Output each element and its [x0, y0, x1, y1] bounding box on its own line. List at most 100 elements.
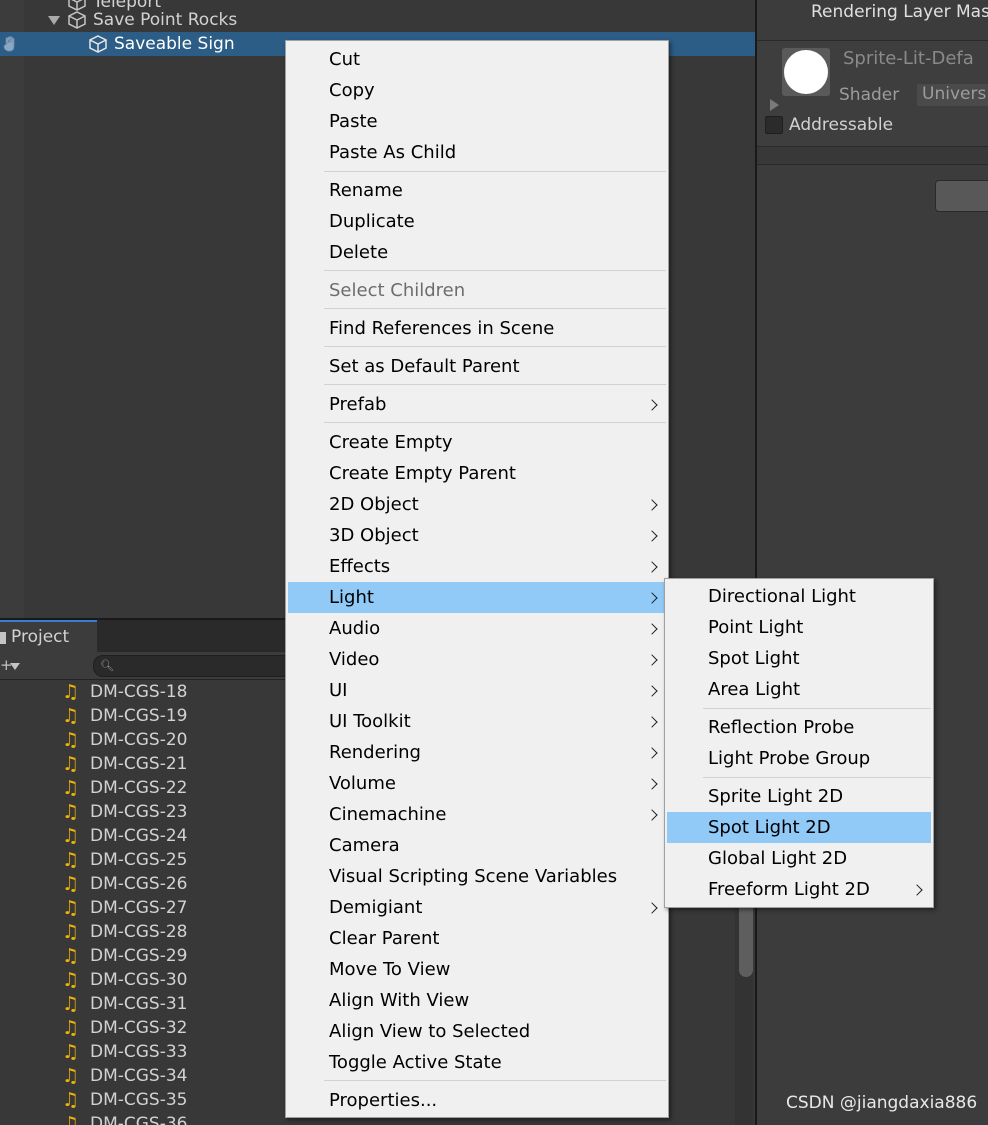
menu-item-set-as-default-parent[interactable]: Set as Default Parent — [288, 351, 666, 382]
menu-item-label: Spot Light — [708, 648, 800, 669]
menu-item-light[interactable]: Light — [288, 582, 666, 613]
menu-item-cinemachine[interactable]: Cinemachine — [288, 799, 666, 830]
light-menu-item-spot-light-2d[interactable]: Spot Light 2D — [667, 812, 931, 843]
asset-label: DM-CGS-25 — [90, 850, 188, 870]
menu-item-label: Paste As Child — [329, 142, 457, 163]
menu-item-label: Paste — [329, 111, 378, 132]
chevron-right-icon — [646, 747, 658, 759]
light-menu-item-area-light[interactable]: Area Light — [667, 674, 931, 705]
menu-item-label: Prefab — [329, 394, 387, 415]
menu-item-label: Clear Parent — [329, 928, 440, 949]
menu-item-paste-as-child[interactable]: Paste As Child — [288, 137, 666, 168]
menu-item-demigiant[interactable]: Demigiant — [288, 892, 666, 923]
light-menu-item-global-light-2d[interactable]: Global Light 2D — [667, 843, 931, 874]
expand-arrow-icon[interactable] — [770, 99, 779, 111]
menu-separator — [324, 270, 666, 271]
menu-item-visual-scripting-scene-variables[interactable]: Visual Scripting Scene Variables — [288, 861, 666, 892]
menu-item-create-empty[interactable]: Create Empty — [288, 427, 666, 458]
menu-item-ui[interactable]: UI — [288, 675, 666, 706]
menu-item-duplicate[interactable]: Duplicate — [288, 206, 666, 237]
menu-item-label: Cut — [329, 49, 361, 70]
menu-item-label: Spot Light 2D — [708, 817, 831, 838]
menu-item-ui-toolkit[interactable]: UI Toolkit — [288, 706, 666, 737]
music-note-icon: ♫ — [62, 873, 80, 895]
chevron-right-icon — [911, 884, 923, 896]
tab-project[interactable]: Project — [0, 620, 97, 652]
rendering-layer-mask-label: Rendering Layer Mas — [811, 2, 988, 22]
menu-item-label: Camera — [329, 835, 400, 856]
asset-label: DM-CGS-19 — [90, 706, 188, 726]
menu-item-camera[interactable]: Camera — [288, 830, 666, 861]
asset-label: DM-CGS-34 — [90, 1066, 188, 1086]
menu-item-properties[interactable]: Properties... — [288, 1085, 666, 1116]
menu-item-prefab[interactable]: Prefab — [288, 389, 666, 420]
search-input[interactable]: 🔍︎ — [93, 655, 293, 677]
menu-item-create-empty-parent[interactable]: Create Empty Parent — [288, 458, 666, 489]
add-component-button[interactable] — [935, 180, 988, 212]
menu-item-align-view-to-selected[interactable]: Align View to Selected — [288, 1016, 666, 1047]
shader-dropdown[interactable]: Univers — [917, 84, 988, 106]
menu-item-effects[interactable]: Effects — [288, 551, 666, 582]
menu-item-cut[interactable]: Cut — [288, 44, 666, 75]
hierarchy-context-menu: Cut Copy Paste Paste As Child Rename Duplicat… — [285, 40, 669, 1118]
asset-label: DM-CGS-27 — [90, 898, 188, 918]
asset-label: DM-CGS-18 — [90, 682, 188, 702]
menu-item-label: Cinemachine — [329, 804, 447, 825]
light-menu-item-freeform-light-2d[interactable]: Freeform Light 2D — [667, 874, 931, 905]
menu-item-move-to-view[interactable]: Move To View — [288, 954, 666, 985]
menu-item-label: Select Children — [329, 280, 466, 301]
menu-item-paste[interactable]: Paste — [288, 106, 666, 137]
addressable-checkbox[interactable] — [765, 116, 783, 134]
menu-item-clear-parent[interactable]: Clear Parent — [288, 923, 666, 954]
fold-expanded-icon[interactable] — [48, 16, 60, 25]
light-menu-item-reflection-probe[interactable]: Reflection Probe — [667, 712, 931, 743]
inspector-panel: Rendering Layer Mas Sprite-Lit-Defa Shad… — [755, 0, 988, 1125]
asset-label: DM-CGS-35 — [90, 1090, 188, 1110]
menu-item-copy[interactable]: Copy — [288, 75, 666, 106]
menu-item-toggle-active-state[interactable]: Toggle Active State — [288, 1047, 666, 1078]
scene-visibility-hand-icon[interactable] — [2, 35, 22, 53]
menu-item-audio[interactable]: Audio — [288, 613, 666, 644]
music-note-icon: ♫ — [62, 1065, 80, 1087]
menu-item-label: Area Light — [708, 679, 801, 700]
menu-item-rename[interactable]: Rename — [288, 175, 666, 206]
asset-label: DM-CGS-24 — [90, 826, 188, 846]
menu-item-volume[interactable]: Volume — [288, 768, 666, 799]
material-section: Sprite-Lit-Defa Shader Univers Addressab… — [757, 40, 988, 150]
addressable-label: Addressable — [789, 115, 894, 135]
asset-label: DM-CGS-21 — [90, 754, 188, 774]
music-note-icon: ♫ — [62, 705, 80, 727]
menu-item-3d-object[interactable]: 3D Object — [288, 520, 666, 551]
menu-item-rendering[interactable]: Rendering — [288, 737, 666, 768]
light-menu-item-light-probe-group[interactable]: Light Probe Group — [667, 743, 931, 774]
light-menu-item-spot-light[interactable]: Spot Light — [667, 643, 931, 674]
menu-separator — [703, 777, 931, 778]
chevron-right-icon — [646, 592, 658, 604]
light-menu-item-sprite-light-2d[interactable]: Sprite Light 2D — [667, 781, 931, 812]
menu-item-align-with-view[interactable]: Align With View — [288, 985, 666, 1016]
menu-item-label: Set as Default Parent — [329, 356, 520, 377]
hierarchy-item-save-point-rocks[interactable]: Save Point Rocks — [0, 8, 755, 32]
chevron-right-icon — [646, 902, 658, 914]
menu-item-find-references-in-scene[interactable]: Find References in Scene — [288, 313, 666, 344]
menu-item-video[interactable]: Video — [288, 644, 666, 675]
asset-label: DM-CGS-28 — [90, 922, 188, 942]
asset-label: DM-CGS-26 — [90, 874, 188, 894]
menu-item-label: Rendering — [329, 742, 421, 763]
chevron-right-icon — [646, 809, 658, 821]
hierarchy-gutter — [0, 0, 24, 618]
light-menu-item-point-light[interactable]: Point Light — [667, 612, 931, 643]
light-menu-item-directional-light[interactable]: Directional Light — [667, 581, 931, 612]
menu-item-label: Properties... — [329, 1090, 438, 1111]
menu-item-label: Duplicate — [329, 211, 415, 232]
music-note-icon: ♫ — [62, 801, 80, 823]
watermark: CSDN @jiangdaxia886 — [786, 1093, 978, 1113]
menu-item-delete[interactable]: Delete — [288, 237, 666, 268]
shader-label: Shader — [839, 85, 900, 105]
tab-project-label: Project — [11, 627, 70, 647]
asset-label: DM-CGS-29 — [90, 946, 188, 966]
menu-item-2d-object[interactable]: 2D Object — [288, 489, 666, 520]
asset-label: DM-CGS-32 — [90, 1018, 188, 1038]
menu-separator — [324, 308, 666, 309]
chevron-down-icon[interactable] — [10, 663, 20, 670]
